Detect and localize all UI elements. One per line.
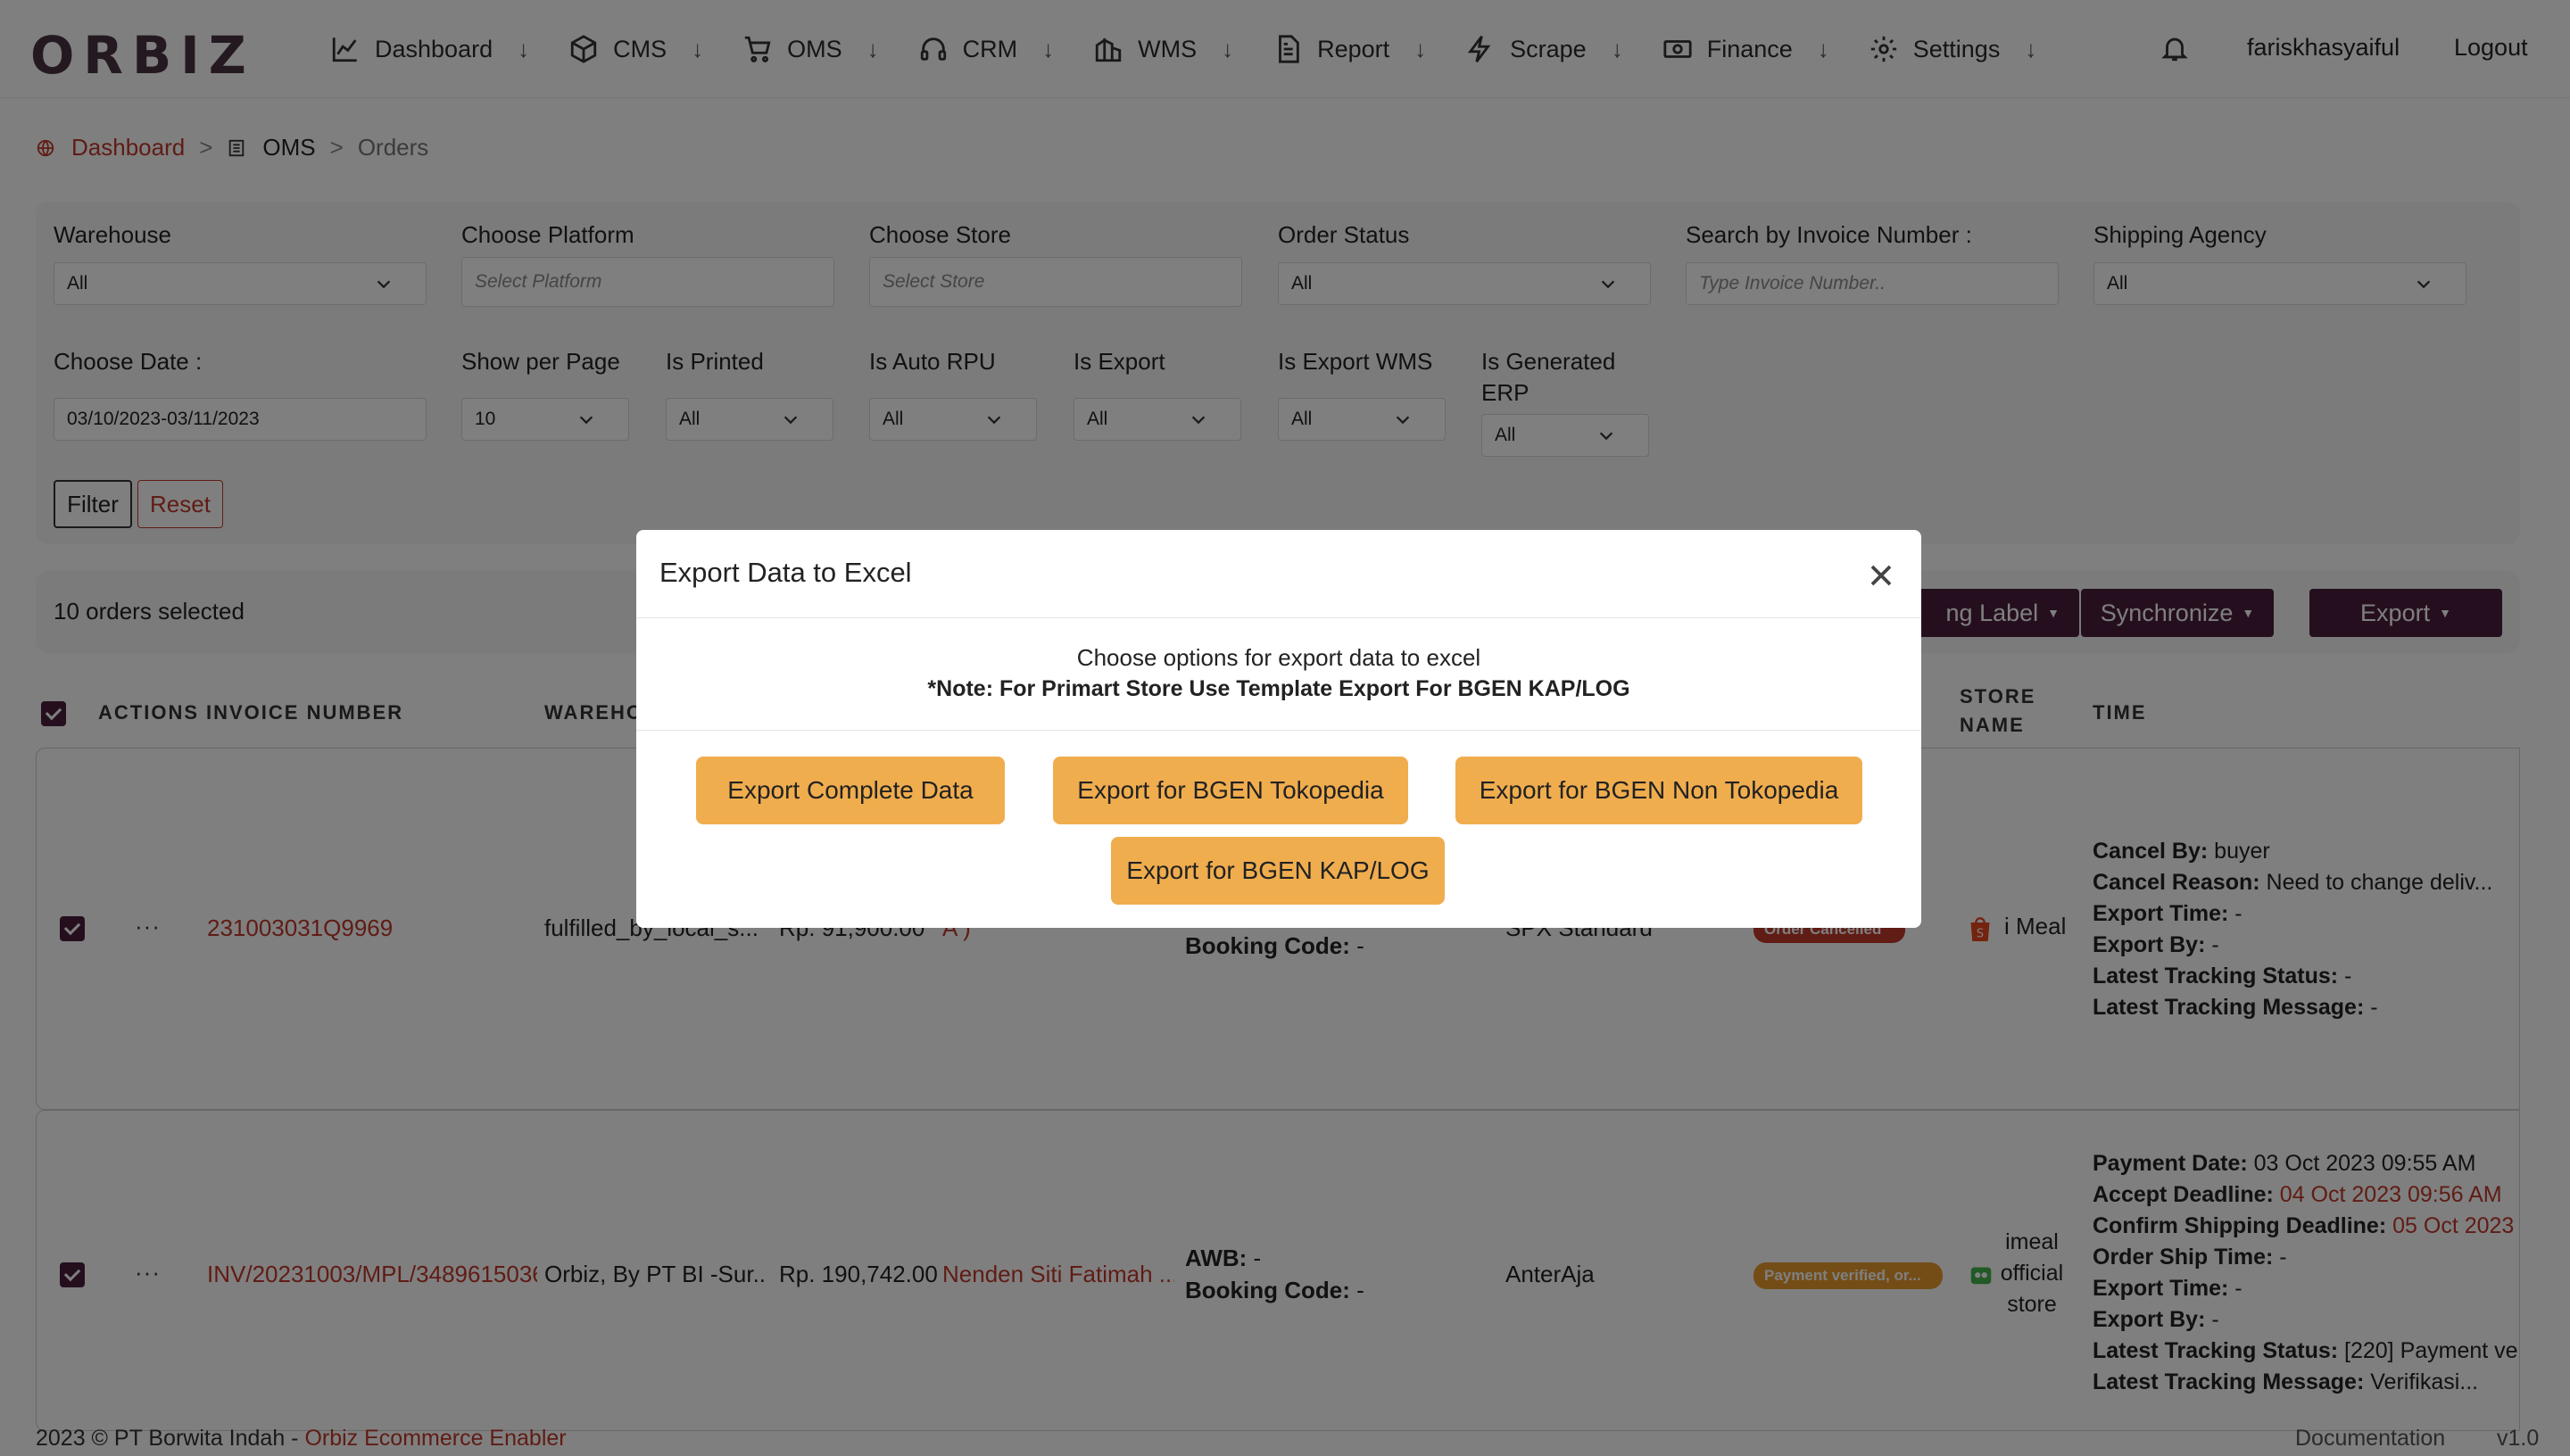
modal-note: *Note: For Primart Store Use Template Ex… [927, 676, 1630, 701]
export-bgen-kap-log-button[interactable]: Export for BGEN KAP/LOG [1111, 837, 1445, 905]
close-icon[interactable] [1868, 562, 1894, 589]
export-bgen-tokopedia-button[interactable]: Export for BGEN Tokopedia [1053, 757, 1408, 824]
export-modal: Export Data to Excel Choose options for … [636, 530, 1921, 928]
export-bgen-non-tokopedia-button[interactable]: Export for BGEN Non Tokopedia [1455, 757, 1862, 824]
modal-divider [636, 730, 1921, 731]
modal-description: Choose options for export data to excel [1076, 644, 1481, 671]
modal-divider [636, 617, 1921, 618]
modal-title: Export Data to Excel [659, 557, 912, 588]
export-complete-data-button[interactable]: Export Complete Data [696, 757, 1005, 824]
